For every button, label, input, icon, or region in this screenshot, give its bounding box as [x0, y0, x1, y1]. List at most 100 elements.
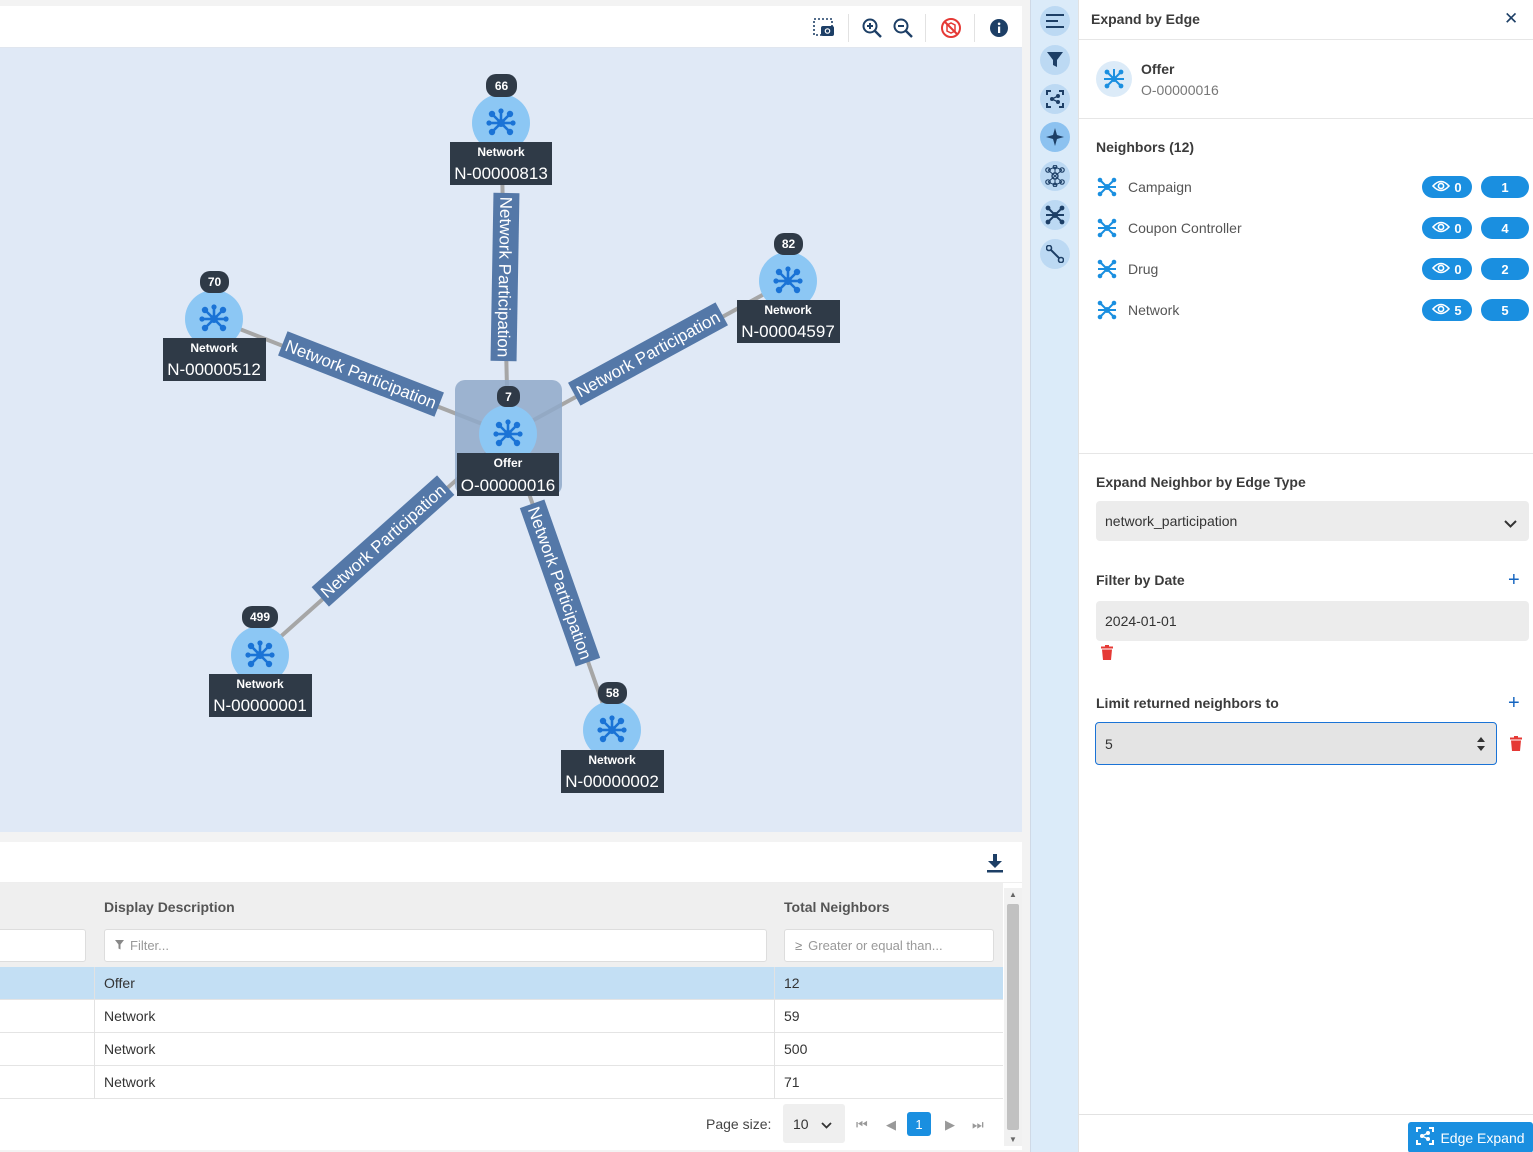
panel-footer: Edge Expand — [1079, 1114, 1533, 1152]
edge-label[interactable]: Network Participation — [490, 192, 520, 362]
column-filter-input[interactable] — [0, 929, 86, 962]
table-toolbar — [0, 842, 1022, 883]
edge-label[interactable]: Network Participation — [519, 499, 601, 667]
results-table-panel: Display Description Total Neighbors Filt… — [0, 842, 1022, 1150]
graph-node[interactable]: 58 Network N-00000002 — [561, 682, 664, 793]
first-page-icon[interactable]: ⏮ — [856, 1117, 868, 1133]
svg-text:Network: Network — [477, 145, 525, 159]
row-description: Network — [104, 1041, 156, 1057]
scroll-up-icon[interactable]: ▲ — [1009, 890, 1017, 899]
neighbor-row-network[interactable]: Network 5 5 — [1096, 296, 1529, 324]
table-row[interactable]: Network 71 — [0, 1066, 1003, 1099]
menu-icon[interactable] — [1040, 6, 1070, 36]
entity-id: O-00000016 — [1141, 82, 1219, 98]
total-count-badge[interactable]: 4 — [1481, 217, 1529, 239]
visible-count-badge[interactable]: 0 — [1422, 258, 1472, 280]
path-icon[interactable] — [1040, 239, 1070, 269]
eye-icon — [1432, 221, 1451, 236]
total-count-badge[interactable]: 5 — [1481, 299, 1529, 321]
table-row[interactable]: Offer 12 — [0, 967, 1003, 1000]
table-scrollbar[interactable]: ▲ ▼ — [1004, 888, 1022, 1146]
visible-count-badge[interactable]: 5 — [1422, 299, 1472, 321]
edge-type-value: network_participation — [1105, 513, 1238, 529]
svg-text:Network Participation: Network Participation — [524, 504, 595, 662]
edge-type-label: Expand Neighbor by Edge Type — [1096, 474, 1306, 490]
network-cluster-icon[interactable] — [1040, 161, 1070, 191]
description-filter-input[interactable]: Filter... — [104, 929, 767, 962]
next-page-icon[interactable]: ▶ — [945, 1117, 955, 1133]
add-limit-icon[interactable]: + — [1508, 693, 1520, 713]
svg-text:Network: Network — [588, 753, 636, 767]
column-header-total-neighbors[interactable]: Total Neighbors — [784, 899, 890, 915]
row-total-neighbors: 500 — [784, 1041, 808, 1057]
edge-expand-label: Edge Expand — [1440, 1129, 1525, 1146]
table-row[interactable]: Network 500 — [0, 1033, 1003, 1066]
chevron-down-icon — [1504, 515, 1517, 531]
graph-node-center[interactable]: 7 Offer O-00000016 — [455, 380, 562, 496]
focus-expand-icon[interactable] — [1040, 84, 1070, 114]
edge-label[interactable]: Network Participation — [311, 475, 455, 607]
visible-count-badge[interactable]: 0 — [1422, 217, 1472, 239]
current-page-button[interactable]: 1 — [907, 1112, 931, 1136]
neighbor-label: Coupon Controller — [1128, 220, 1242, 236]
edge-label[interactable]: Network Participation — [568, 302, 728, 406]
number-stepper-icon[interactable] — [1476, 735, 1486, 756]
column-header-description[interactable]: Display Description — [104, 899, 235, 915]
neighbor-label: Campaign — [1128, 179, 1192, 195]
total-count-badge[interactable]: 2 — [1481, 258, 1529, 280]
neighbor-row-drug[interactable]: Drug 0 2 — [1096, 255, 1529, 283]
svg-text:N-00004597: N-00004597 — [741, 322, 835, 341]
edge-expand-button[interactable]: Edge Expand — [1408, 1122, 1533, 1152]
graph-node[interactable]: 82 Network N-00004597 — [737, 233, 840, 343]
filter-icon — [115, 938, 124, 953]
graph-canvas[interactable]: Network Participation Network Participat… — [0, 48, 1022, 832]
table-row[interactable]: Network 59 — [0, 1000, 1003, 1033]
row-total-neighbors: 12 — [784, 975, 800, 991]
zoom-in-icon[interactable] — [859, 15, 885, 41]
svg-text:Network Participation: Network Participation — [283, 336, 439, 412]
edge-expand-icon — [1416, 1127, 1435, 1148]
delete-limit-icon[interactable] — [1510, 736, 1522, 756]
visible-count-badge[interactable]: 0 — [1422, 176, 1472, 198]
row-description: Offer — [104, 975, 135, 991]
graph-node[interactable]: 66 Network N-00000813 — [450, 74, 552, 185]
total-count-badge[interactable]: 1 — [1481, 176, 1529, 198]
toolbar-divider — [848, 14, 849, 42]
neighbor-label: Drug — [1128, 261, 1159, 277]
expand-by-edge-icon[interactable] — [1040, 122, 1070, 152]
download-icon[interactable] — [985, 852, 1005, 874]
scroll-down-icon[interactable]: ▼ — [1009, 1135, 1017, 1144]
entity-icon — [1096, 61, 1132, 97]
row-total-neighbors: 71 — [784, 1074, 800, 1090]
prev-page-icon[interactable]: ◀ — [886, 1117, 896, 1133]
entity-type: Offer — [1141, 61, 1175, 77]
svg-text:58: 58 — [606, 686, 620, 700]
eye-icon — [1432, 262, 1451, 277]
date-input[interactable]: 2024-01-01 — [1096, 601, 1529, 641]
svg-text:N-00000512: N-00000512 — [167, 360, 261, 379]
close-icon[interactable]: ✕ — [1504, 9, 1518, 29]
edge-label[interactable]: Network Participation — [278, 331, 444, 417]
network-icon[interactable] — [1040, 200, 1070, 230]
edge-type-select[interactable]: network_participation — [1096, 501, 1529, 541]
neighbor-label: Network — [1128, 302, 1180, 318]
neighbor-row-coupon-controller[interactable]: Coupon Controller 0 4 — [1096, 214, 1529, 242]
info-icon[interactable] — [986, 15, 1012, 41]
page-size-select[interactable]: 10 — [783, 1104, 845, 1143]
neighbor-row-campaign[interactable]: Campaign 0 1 — [1096, 173, 1529, 201]
limit-number-input[interactable]: 5 — [1095, 722, 1497, 765]
last-page-icon[interactable]: ⏭ — [972, 1117, 984, 1133]
neighbors-filter-input[interactable]: ≥ Greater or equal than... — [784, 929, 994, 962]
zoom-out-icon[interactable] — [890, 15, 916, 41]
neighbors-title: Neighbors (12) — [1096, 139, 1195, 155]
expand-by-edge-panel: Expand by Edge ✕ Offer O-00000016 Neighb… — [1078, 0, 1533, 1152]
disable-icon[interactable] — [938, 15, 964, 41]
filter-icon[interactable] — [1040, 45, 1070, 75]
graph-node[interactable]: 70 Network N-00000512 — [163, 271, 266, 381]
screenshot-icon[interactable] — [811, 15, 837, 41]
svg-text:N-00000813: N-00000813 — [454, 164, 548, 183]
scrollbar-thumb[interactable] — [1007, 904, 1019, 1130]
delete-date-icon[interactable] — [1101, 645, 1113, 665]
add-date-filter-icon[interactable]: + — [1508, 570, 1520, 590]
eye-icon — [1432, 303, 1451, 318]
